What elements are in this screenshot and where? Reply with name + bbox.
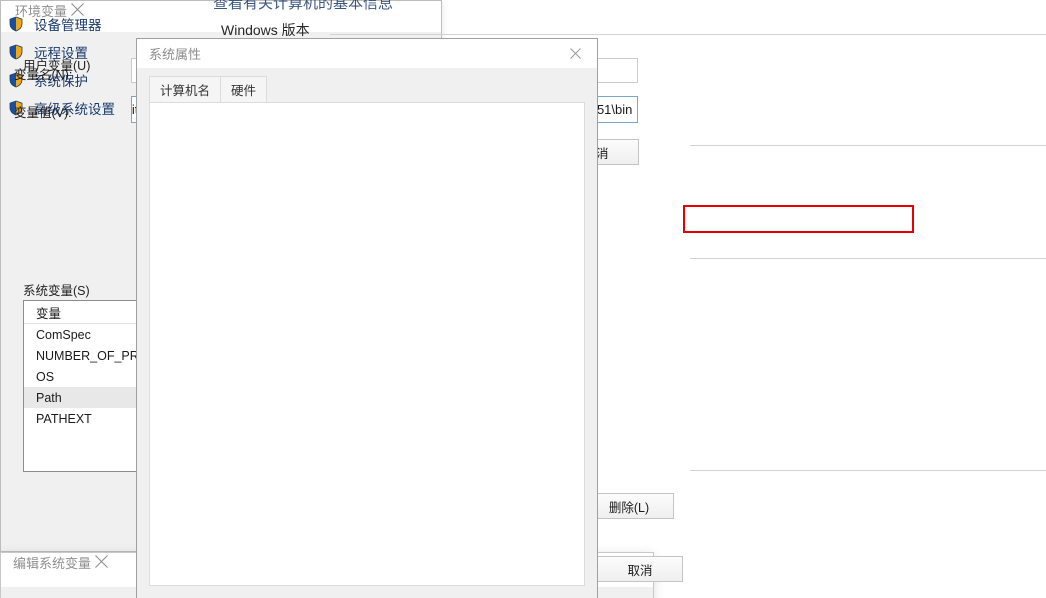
variable-name: OS	[36, 369, 55, 384]
variable-name: NUMBER_OF_PR...	[36, 348, 150, 363]
system-properties-titlebar: 系统属性	[137, 39, 597, 68]
windows-edition-label: Windows 版本	[221, 22, 310, 38]
variable-name: ComSpec	[36, 327, 91, 342]
environment-variables-cancel-button[interactable]: 取消	[597, 556, 683, 582]
divider-line	[690, 470, 1046, 471]
variable-name-label: 变量名(N):	[14, 68, 73, 82]
system-variables-label: 系统变量(S)	[23, 284, 90, 298]
edit-system-variable-title: 编辑系统变量	[13, 556, 92, 571]
sidebar-item-device-manager[interactable]: 设备管理器	[8, 14, 102, 34]
system-properties-dialog: 系统属性 计算机名 硬件	[136, 38, 598, 598]
control-panel-heading: 查看有关计算机的基本信息	[213, 0, 394, 12]
system-properties-tabs: 计算机名 硬件	[149, 76, 268, 103]
shield-icon	[8, 16, 24, 32]
variable-name: Path	[36, 390, 62, 405]
annotation-highlight-box	[683, 205, 914, 233]
column-header-variable: 变量	[36, 306, 62, 321]
variable-name: PATHEXT	[36, 411, 92, 426]
variable-value-label: 变量值(V):	[14, 106, 72, 120]
divider-line	[330, 34, 1046, 35]
sidebar-item-label: 设备管理器	[34, 18, 102, 33]
divider-line	[690, 145, 1046, 146]
system-properties-tab-body	[149, 102, 585, 586]
shield-icon	[8, 44, 24, 60]
tab-computer-name[interactable]: 计算机名	[149, 76, 222, 103]
divider-line	[690, 258, 1046, 259]
close-icon[interactable]	[94, 555, 108, 571]
screenshot-root: 查看有关计算机的基本信息 Windows 版本 设备管理器 远程设置 系统保护 …	[0, 0, 1046, 598]
system-properties-title: 系统属性	[149, 46, 202, 62]
tab-hardware[interactable]: 硬件	[220, 76, 268, 103]
close-icon[interactable]	[553, 39, 597, 68]
